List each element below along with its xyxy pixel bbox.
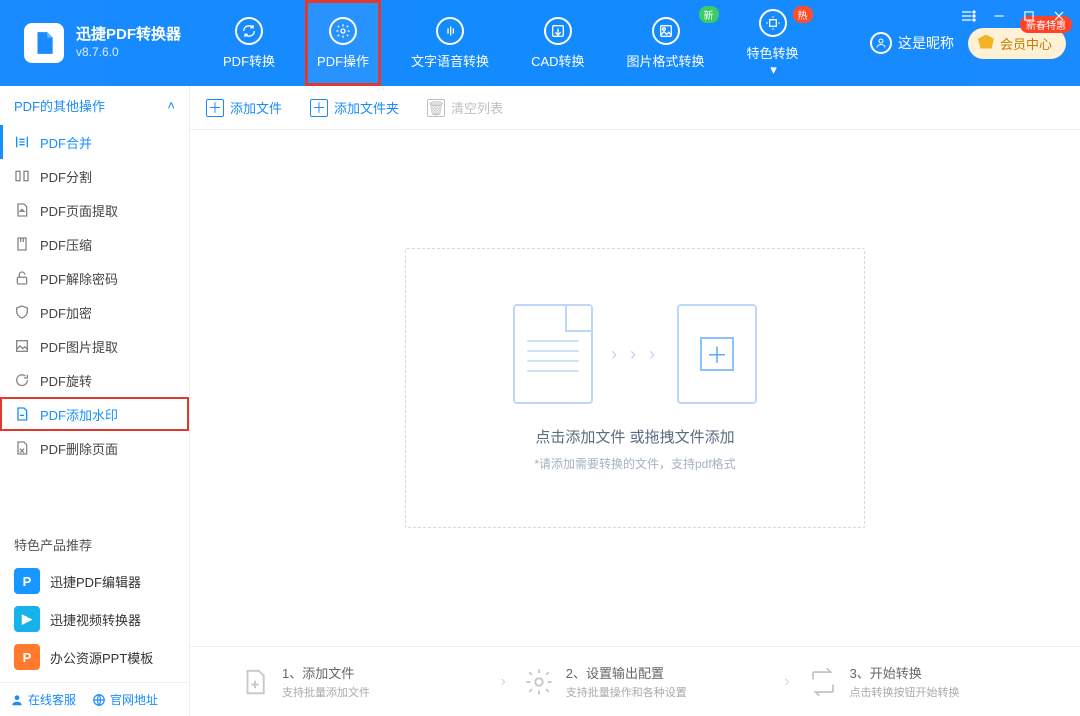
support-link[interactable]: 在线客服 — [10, 691, 76, 708]
cad-icon — [544, 17, 572, 45]
sidebar-item-split[interactable]: PDF分割 — [0, 159, 189, 193]
folder-plus-icon: ＋ — [310, 99, 328, 117]
sidebar-item-merge[interactable]: PDF合并 — [0, 125, 189, 159]
nav-image[interactable]: 新 图片格式转换 — [615, 0, 717, 86]
titlebar: 迅捷PDF转换器 v8.7.6.0 PDF转换 PDF操作 文字语音转换 CAD… — [0, 0, 1080, 86]
user-icon — [870, 32, 892, 54]
badge-hot: 热 — [793, 6, 813, 23]
step-2: 2、设置输出配置支持批量操作和各种设置 — [524, 663, 766, 700]
promo-video-converter[interactable]: ▶迅捷视频转换器 — [8, 600, 181, 638]
app-title: 迅捷PDF转换器 — [76, 25, 181, 45]
sidebar-item-watermark[interactable]: PDF添加水印 — [0, 397, 189, 431]
merge-icon — [14, 134, 30, 150]
toolbar: ＋添加文件 ＋添加文件夹 🗑清空列表 — [190, 86, 1080, 130]
maximize-icon[interactable] — [1022, 9, 1036, 23]
pdf-editor-icon: P — [14, 568, 40, 594]
sidebar-item-delete-page[interactable]: PDF删除页面 — [0, 431, 189, 465]
star-icon — [759, 9, 787, 37]
shield-icon — [14, 304, 30, 320]
chevron-down-icon: ▾ — [770, 62, 777, 78]
sidebar-item-extract-img[interactable]: PDF图片提取 — [0, 329, 189, 363]
nav-special[interactable]: 热 特色转换 ▾ — [735, 0, 811, 86]
sidebar-item-unlock[interactable]: PDF解除密码 — [0, 261, 189, 295]
chevron-right-icon: › — [500, 673, 505, 691]
steps-bar: 1、添加文件支持批量添加文件 › 2、设置输出配置支持批量操作和各种设置 › 3… — [190, 646, 1080, 716]
sidebar: PDF的其他操作 ˄ PDF合并 PDF分割 PDF页面提取 PDF压缩 PDF… — [0, 86, 190, 716]
sidebar-item-rotate[interactable]: PDF旋转 — [0, 363, 189, 397]
top-nav: PDF转换 PDF操作 文字语音转换 CAD转换 新 图片格式转换 热 特色转换… — [211, 0, 811, 86]
audio-icon — [436, 17, 464, 45]
add-file-button[interactable]: ＋添加文件 — [206, 98, 282, 117]
drop-graphic: › › › ＋ — [513, 304, 757, 404]
split-icon — [14, 168, 30, 184]
chevron-right-icon: › — [784, 673, 789, 691]
drop-title: 点击添加文件 或拖拽文件添加 — [535, 426, 734, 447]
compress-icon — [14, 236, 30, 252]
promo-title: 特色产品推荐 — [14, 535, 175, 554]
drop-zone[interactable]: › › › ＋ 点击添加文件 或拖拽文件添加 *请添加需要转换的文件，支持pdf… — [405, 248, 865, 528]
ppt-icon: P — [14, 644, 40, 670]
watermark-icon — [14, 406, 30, 422]
video-icon: ▶ — [14, 606, 40, 632]
drop-sub: *请添加需要转换的文件，支持pdf格式 — [534, 455, 735, 472]
convert-start-icon — [808, 667, 838, 697]
badge-new: 新 — [699, 6, 719, 23]
clear-list-button[interactable]: 🗑清空列表 — [427, 98, 503, 117]
bottom-links: 在线客服 官网地址 — [0, 682, 189, 716]
drop-area: › › › ＋ 点击添加文件 或拖拽文件添加 *请添加需要转换的文件，支持pdf… — [190, 130, 1080, 646]
gear-icon — [329, 17, 357, 45]
image-extract-icon — [14, 338, 30, 354]
delete-page-icon — [14, 440, 30, 456]
promo-pdf-editor[interactable]: P迅捷PDF编辑器 — [8, 562, 181, 600]
settings-icon — [524, 667, 554, 697]
promo-block: 特色产品推荐 P迅捷PDF编辑器 ▶迅捷视频转换器 P办公资源PPT模板 — [0, 525, 189, 682]
app-version: v8.7.6.0 — [76, 45, 181, 61]
add-folder-button[interactable]: ＋添加文件夹 — [310, 98, 399, 117]
promo-ppt-template[interactable]: P办公资源PPT模板 — [8, 638, 181, 676]
file-plus-icon — [240, 667, 270, 697]
site-link[interactable]: 官网地址 — [92, 691, 158, 708]
close-icon[interactable] — [1052, 9, 1066, 23]
rotate-icon — [14, 372, 30, 388]
app-title-block: 迅捷PDF转换器 v8.7.6.0 — [76, 25, 181, 60]
sidebar-header[interactable]: PDF的其他操作 ˄ — [0, 86, 189, 125]
menu-icon[interactable] — [960, 8, 976, 24]
convert-icon — [235, 17, 263, 45]
trash-icon: 🗑 — [427, 99, 445, 117]
user-nickname: 这是昵称 — [898, 33, 954, 53]
sidebar-list: PDF合并 PDF分割 PDF页面提取 PDF压缩 PDF解除密码 PDF加密 … — [0, 125, 189, 465]
plus-icon: ＋ — [206, 99, 224, 117]
nav-pdf-convert[interactable]: PDF转换 — [211, 0, 287, 86]
step-3: 3、开始转换点击转换按钮开始转换 — [808, 663, 1050, 700]
sidebar-item-compress[interactable]: PDF压缩 — [0, 227, 189, 261]
titlebar-right: 这是昵称 新春特惠 会员中心 — [870, 28, 1080, 59]
nav-pdf-operate[interactable]: PDF操作 — [305, 0, 381, 86]
image-icon — [652, 17, 680, 45]
sidebar-item-encrypt[interactable]: PDF加密 — [0, 295, 189, 329]
unlock-icon — [14, 270, 30, 286]
vip-button[interactable]: 新春特惠 会员中心 — [968, 28, 1066, 59]
chevron-up-icon: ˄ — [167, 98, 175, 113]
nav-text-audio[interactable]: 文字语音转换 — [399, 0, 501, 86]
minimize-icon[interactable] — [992, 9, 1006, 23]
step-1: 1、添加文件支持批量添加文件 — [240, 663, 482, 700]
page-icon — [14, 202, 30, 218]
add-document-icon: ＋ — [677, 304, 757, 404]
user-block[interactable]: 这是昵称 — [870, 32, 954, 54]
window-controls — [960, 8, 1066, 24]
app-logo — [24, 23, 64, 63]
arrows-icon: › › › — [611, 344, 659, 365]
main-area: ＋添加文件 ＋添加文件夹 🗑清空列表 › › › ＋ 点击添加文件 或拖拽文件添… — [190, 86, 1080, 716]
document-icon — [513, 304, 593, 404]
nav-cad[interactable]: CAD转换 — [519, 0, 596, 86]
sidebar-item-extract-page[interactable]: PDF页面提取 — [0, 193, 189, 227]
